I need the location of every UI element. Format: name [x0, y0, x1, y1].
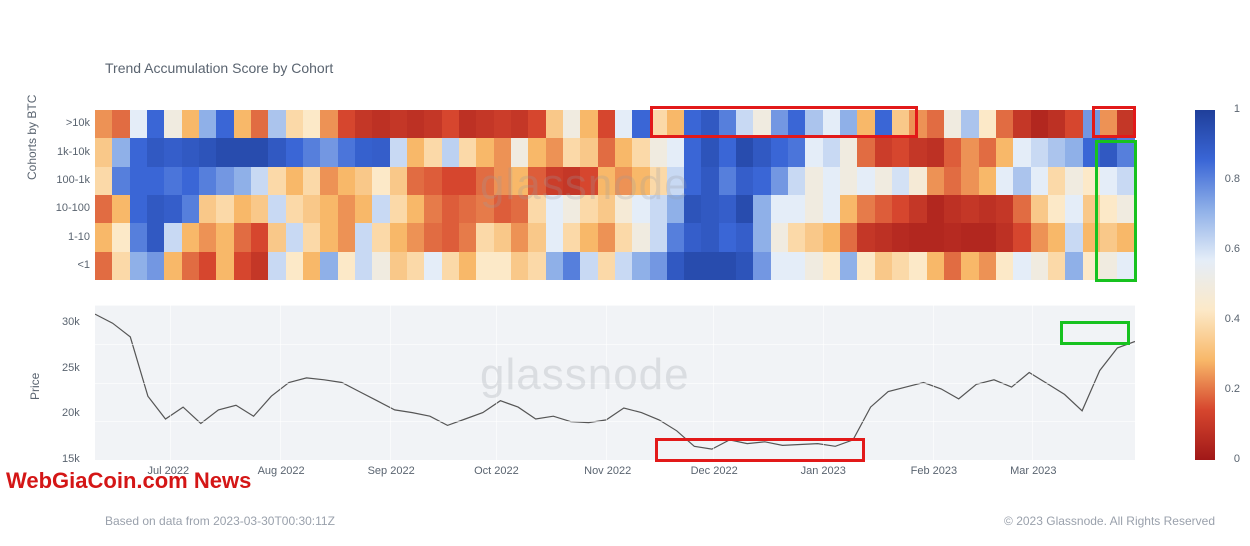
x-tick: Aug 2022: [258, 465, 305, 477]
price-ytick: 30k: [62, 316, 80, 328]
colorbar-tick: 0.8: [1225, 173, 1240, 185]
x-tick: Jan 2023: [801, 465, 846, 477]
heatmap-row: [95, 167, 1135, 195]
x-tick: Oct 2022: [474, 465, 519, 477]
heatmap-ytick: >10k: [40, 117, 90, 129]
heatmap-ytick: <1: [40, 259, 90, 271]
heatmap-y-label: Cohorts by BTC: [25, 95, 39, 180]
x-tick: Dec 2022: [691, 465, 738, 477]
price-ytick: 25k: [62, 362, 80, 374]
price-y-label: Price: [28, 373, 42, 400]
colorbar-tick: 0.4: [1225, 313, 1240, 325]
footer-copyright: © 2023 Glassnode. All Rights Reserved: [1004, 514, 1215, 528]
price-ytick: 15k: [62, 453, 80, 465]
heatmap-plot: [95, 110, 1135, 280]
x-tick: Mar 2023: [1010, 465, 1056, 477]
heatmap-row: [95, 110, 1135, 138]
price-ytick: 20k: [62, 407, 80, 419]
colorbar-tick: 1: [1234, 103, 1240, 115]
heatmap-row: [95, 223, 1135, 251]
chart-title: Trend Accumulation Score by Cohort: [105, 60, 333, 76]
colorbar-tick: 0.6: [1225, 243, 1240, 255]
overlay-news-text: WebGiaCoin.com News: [6, 468, 251, 494]
heatmap-row: [95, 195, 1135, 223]
heatmap-ytick: 1k-10k: [40, 146, 90, 158]
x-tick: Sep 2022: [368, 465, 415, 477]
colorbar: [1195, 110, 1215, 460]
x-tick: Nov 2022: [584, 465, 631, 477]
colorbar-tick: 0: [1234, 453, 1240, 465]
footer-source: Based on data from 2023-03-30T00:30:11Z: [105, 514, 335, 528]
heatmap-ytick: 1-10: [40, 231, 90, 243]
heatmap-ytick: 100-1k: [40, 174, 90, 186]
heatmap-ytick: 10-100: [40, 202, 90, 214]
colorbar-tick: 0.2: [1225, 383, 1240, 395]
x-tick: Feb 2023: [911, 465, 957, 477]
price-plot: [95, 305, 1135, 460]
heatmap-row: [95, 138, 1135, 166]
heatmap-row: [95, 252, 1135, 280]
